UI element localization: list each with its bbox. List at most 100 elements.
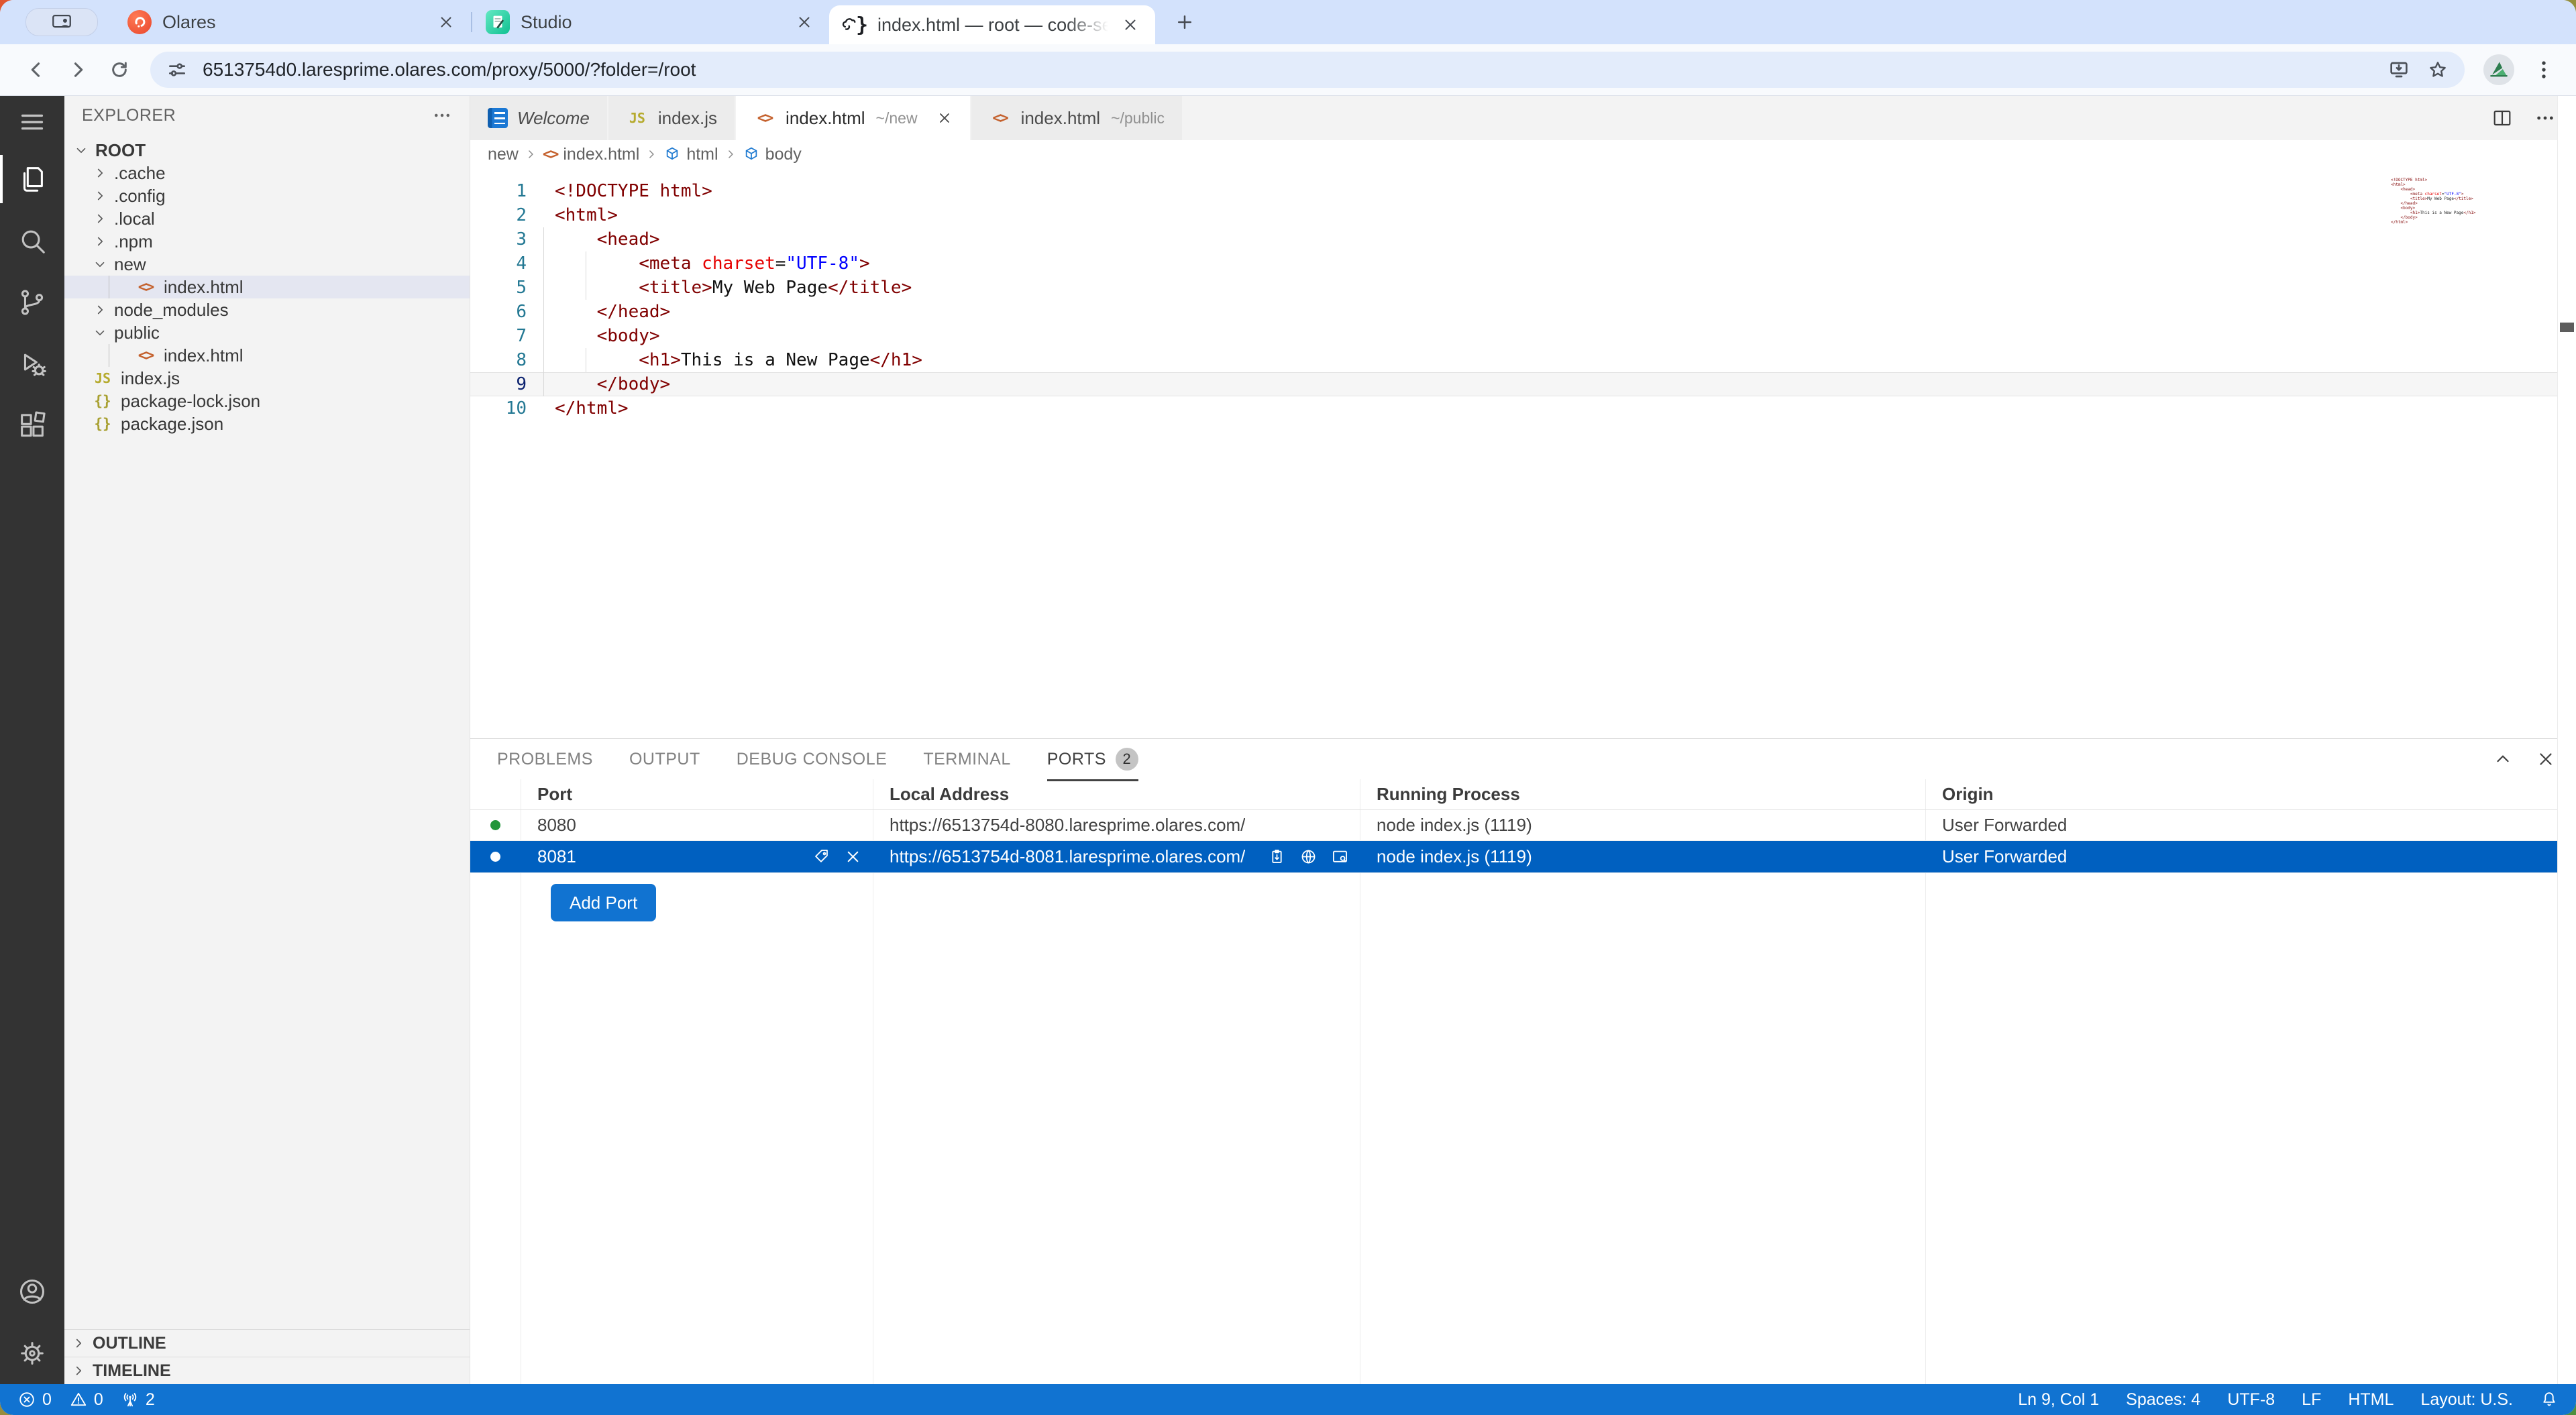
site-settings-icon[interactable] bbox=[164, 56, 191, 83]
status-ln-9-col-1[interactable]: Ln 9, Col 1 bbox=[2018, 1390, 2099, 1410]
close-icon[interactable] bbox=[844, 848, 862, 866]
code-line-8[interactable]: 8 <h1>This is a New Page</h1> bbox=[470, 348, 2576, 372]
close-icon[interactable] bbox=[437, 13, 455, 31]
editor-tab-index.html-public[interactable]: <>index.html~/public bbox=[971, 96, 1183, 140]
close-icon[interactable] bbox=[936, 110, 953, 126]
activitybar-account[interactable] bbox=[0, 1261, 64, 1322]
tree-item-package.json[interactable]: {}package.json bbox=[64, 412, 470, 435]
scrollbar-thumb[interactable] bbox=[2560, 323, 2574, 332]
install-app-icon[interactable] bbox=[2385, 56, 2412, 83]
tree-item-index.html[interactable]: <>index.html bbox=[64, 344, 470, 367]
status-lf[interactable]: LF bbox=[2302, 1390, 2321, 1410]
copy-address-icon[interactable] bbox=[1268, 848, 1286, 866]
activitybar-run-debug[interactable] bbox=[0, 333, 64, 395]
close-icon[interactable] bbox=[796, 13, 813, 31]
code-line-10[interactable]: 10</html> bbox=[470, 396, 2576, 420]
panel-tab-debug-console[interactable]: DEBUG CONSOLE bbox=[737, 737, 888, 781]
local-address-text[interactable]: https://6513754d-8081.laresprime.olares.… bbox=[890, 846, 1245, 867]
status-error[interactable]: 0 bbox=[17, 1390, 52, 1410]
port-row-8080[interactable]: 8080https://6513754d-8080.laresprime.ola… bbox=[470, 810, 2576, 841]
maximize-panel-icon[interactable] bbox=[2493, 749, 2513, 769]
status-radio-tower[interactable]: 2 bbox=[121, 1390, 155, 1410]
local-address-text[interactable]: https://6513754d-8080.laresprime.olares.… bbox=[890, 815, 1245, 836]
code-line-6[interactable]: 6 </head> bbox=[470, 300, 2576, 324]
editor-tab-index.js[interactable]: JSindex.js bbox=[608, 96, 736, 140]
tree-item-node_modules[interactable]: node_modules bbox=[64, 298, 470, 321]
status-bell[interactable] bbox=[2540, 1390, 2559, 1409]
profile-avatar[interactable] bbox=[2483, 54, 2514, 85]
activitybar-source-control[interactable] bbox=[0, 272, 64, 333]
more-actions-icon[interactable] bbox=[2534, 107, 2556, 129]
minimap[interactable]: <!DOCTYPE html><html> <head> <meta chars… bbox=[2391, 178, 2545, 225]
code-line-5[interactable]: 5 <title>My Web Page</title> bbox=[470, 276, 2576, 300]
outline-section[interactable]: OUTLINE bbox=[64, 1329, 470, 1357]
breadcrumb-item-index.html[interactable]: <>index.html bbox=[543, 145, 639, 164]
status-spaces-4[interactable]: Spaces: 4 bbox=[2126, 1390, 2200, 1410]
new-tab-button[interactable] bbox=[1170, 7, 1199, 37]
tune-icon[interactable] bbox=[166, 59, 188, 80]
split-editor-icon[interactable] bbox=[2491, 107, 2513, 129]
status-layout-u-s-[interactable]: Layout: U.S. bbox=[2420, 1390, 2513, 1410]
reload-icon[interactable] bbox=[109, 59, 130, 80]
tab-profile-chip-button[interactable] bbox=[25, 8, 98, 36]
code-line-1[interactable]: 1<!DOCTYPE html> bbox=[470, 179, 2576, 203]
panel-tab-ports[interactable]: PORTS2 bbox=[1047, 737, 1138, 781]
browser-tab-2[interactable]: Studio bbox=[472, 0, 829, 44]
activitybar-files[interactable] bbox=[0, 148, 64, 210]
star-icon[interactable] bbox=[2427, 59, 2449, 80]
panel-tab-problems[interactable]: PROBLEMS bbox=[497, 737, 593, 781]
tree-item-.local[interactable]: .local bbox=[64, 207, 470, 230]
back-icon[interactable] bbox=[25, 58, 48, 81]
tree-item-package-lock.json[interactable]: {}package-lock.json bbox=[64, 390, 470, 412]
preview-icon[interactable] bbox=[1331, 848, 1349, 866]
url-text[interactable]: 6513754d0.laresprime.olares.com/proxy/50… bbox=[203, 59, 2373, 80]
code-line-4[interactable]: 4 <meta charset="UTF-8"> bbox=[470, 251, 2576, 276]
code-line-2[interactable]: 2<html> bbox=[470, 203, 2576, 227]
status-html[interactable]: HTML bbox=[2348, 1390, 2394, 1410]
editor-tab-index.html-new[interactable]: <>index.html~/new bbox=[736, 96, 971, 140]
install-icon[interactable] bbox=[2388, 59, 2410, 80]
local-address-cell[interactable]: https://6513754d-8080.laresprime.olares.… bbox=[873, 810, 1360, 840]
browser-tab-1[interactable]: Olares bbox=[114, 0, 471, 44]
code-editor[interactable]: 1<!DOCTYPE html>2<html>3 <head>4 <meta c… bbox=[470, 168, 2576, 738]
tab-close-icon[interactable] bbox=[936, 110, 953, 126]
panel-tab-terminal[interactable]: TERMINAL bbox=[923, 737, 1010, 781]
port-row-8081[interactable]: 8081https://6513754d-8081.laresprime.ola… bbox=[470, 841, 2576, 873]
explorer-actions-icon[interactable] bbox=[432, 105, 452, 125]
dots-v-icon[interactable] bbox=[2532, 58, 2555, 81]
tab-close-icon[interactable] bbox=[1119, 13, 1142, 36]
panel-tab-output[interactable]: OUTPUT bbox=[629, 737, 700, 781]
add-port-button[interactable]: Add Port bbox=[551, 884, 656, 921]
browser-tab-3[interactable]: }index.html — root — code-se bbox=[829, 5, 1155, 44]
activitybar-search[interactable] bbox=[0, 210, 64, 272]
tree-item-ROOT[interactable]: ROOT bbox=[64, 139, 470, 162]
activitybar-settings-gear[interactable] bbox=[0, 1322, 64, 1384]
browser-menu-icon[interactable] bbox=[2530, 56, 2557, 83]
breadcrumb-item-body[interactable]: body bbox=[743, 145, 802, 164]
tree-item-.cache[interactable]: .cache bbox=[64, 162, 470, 184]
status-utf-8[interactable]: UTF-8 bbox=[2227, 1390, 2275, 1410]
activitybar-extensions[interactable] bbox=[0, 395, 64, 457]
code-line-7[interactable]: 7 <body> bbox=[470, 324, 2576, 348]
editor-scrollbar[interactable] bbox=[2557, 96, 2576, 1384]
tag-label-icon[interactable] bbox=[812, 848, 830, 866]
reload-button[interactable] bbox=[102, 52, 137, 87]
activitybar-menu[interactable] bbox=[0, 96, 64, 148]
tree-item-index.html[interactable]: <>index.html bbox=[64, 276, 470, 298]
address-bar[interactable]: 6513754d0.laresprime.olares.com/proxy/50… bbox=[150, 52, 2465, 88]
forward-icon[interactable] bbox=[66, 58, 89, 81]
open-browser-icon[interactable] bbox=[1299, 848, 1318, 866]
forward-button[interactable] bbox=[60, 52, 95, 87]
close-panel-icon[interactable] bbox=[2536, 749, 2556, 769]
tab-close-icon[interactable] bbox=[793, 11, 816, 34]
breadcrumb-item-new[interactable]: new bbox=[488, 145, 519, 164]
tree-item-index.js[interactable]: JSindex.js bbox=[64, 367, 470, 390]
tab-close-icon[interactable] bbox=[435, 11, 458, 34]
close-icon[interactable] bbox=[1122, 16, 1139, 34]
code-line-3[interactable]: 3 <head> bbox=[470, 227, 2576, 251]
back-button[interactable] bbox=[19, 52, 54, 87]
timeline-section[interactable]: TIMELINE bbox=[64, 1357, 470, 1384]
local-address-cell[interactable]: https://6513754d-8081.laresprime.olares.… bbox=[873, 841, 1360, 872]
tree-item-public[interactable]: public bbox=[64, 321, 470, 344]
status-warning[interactable]: 0 bbox=[69, 1390, 103, 1410]
